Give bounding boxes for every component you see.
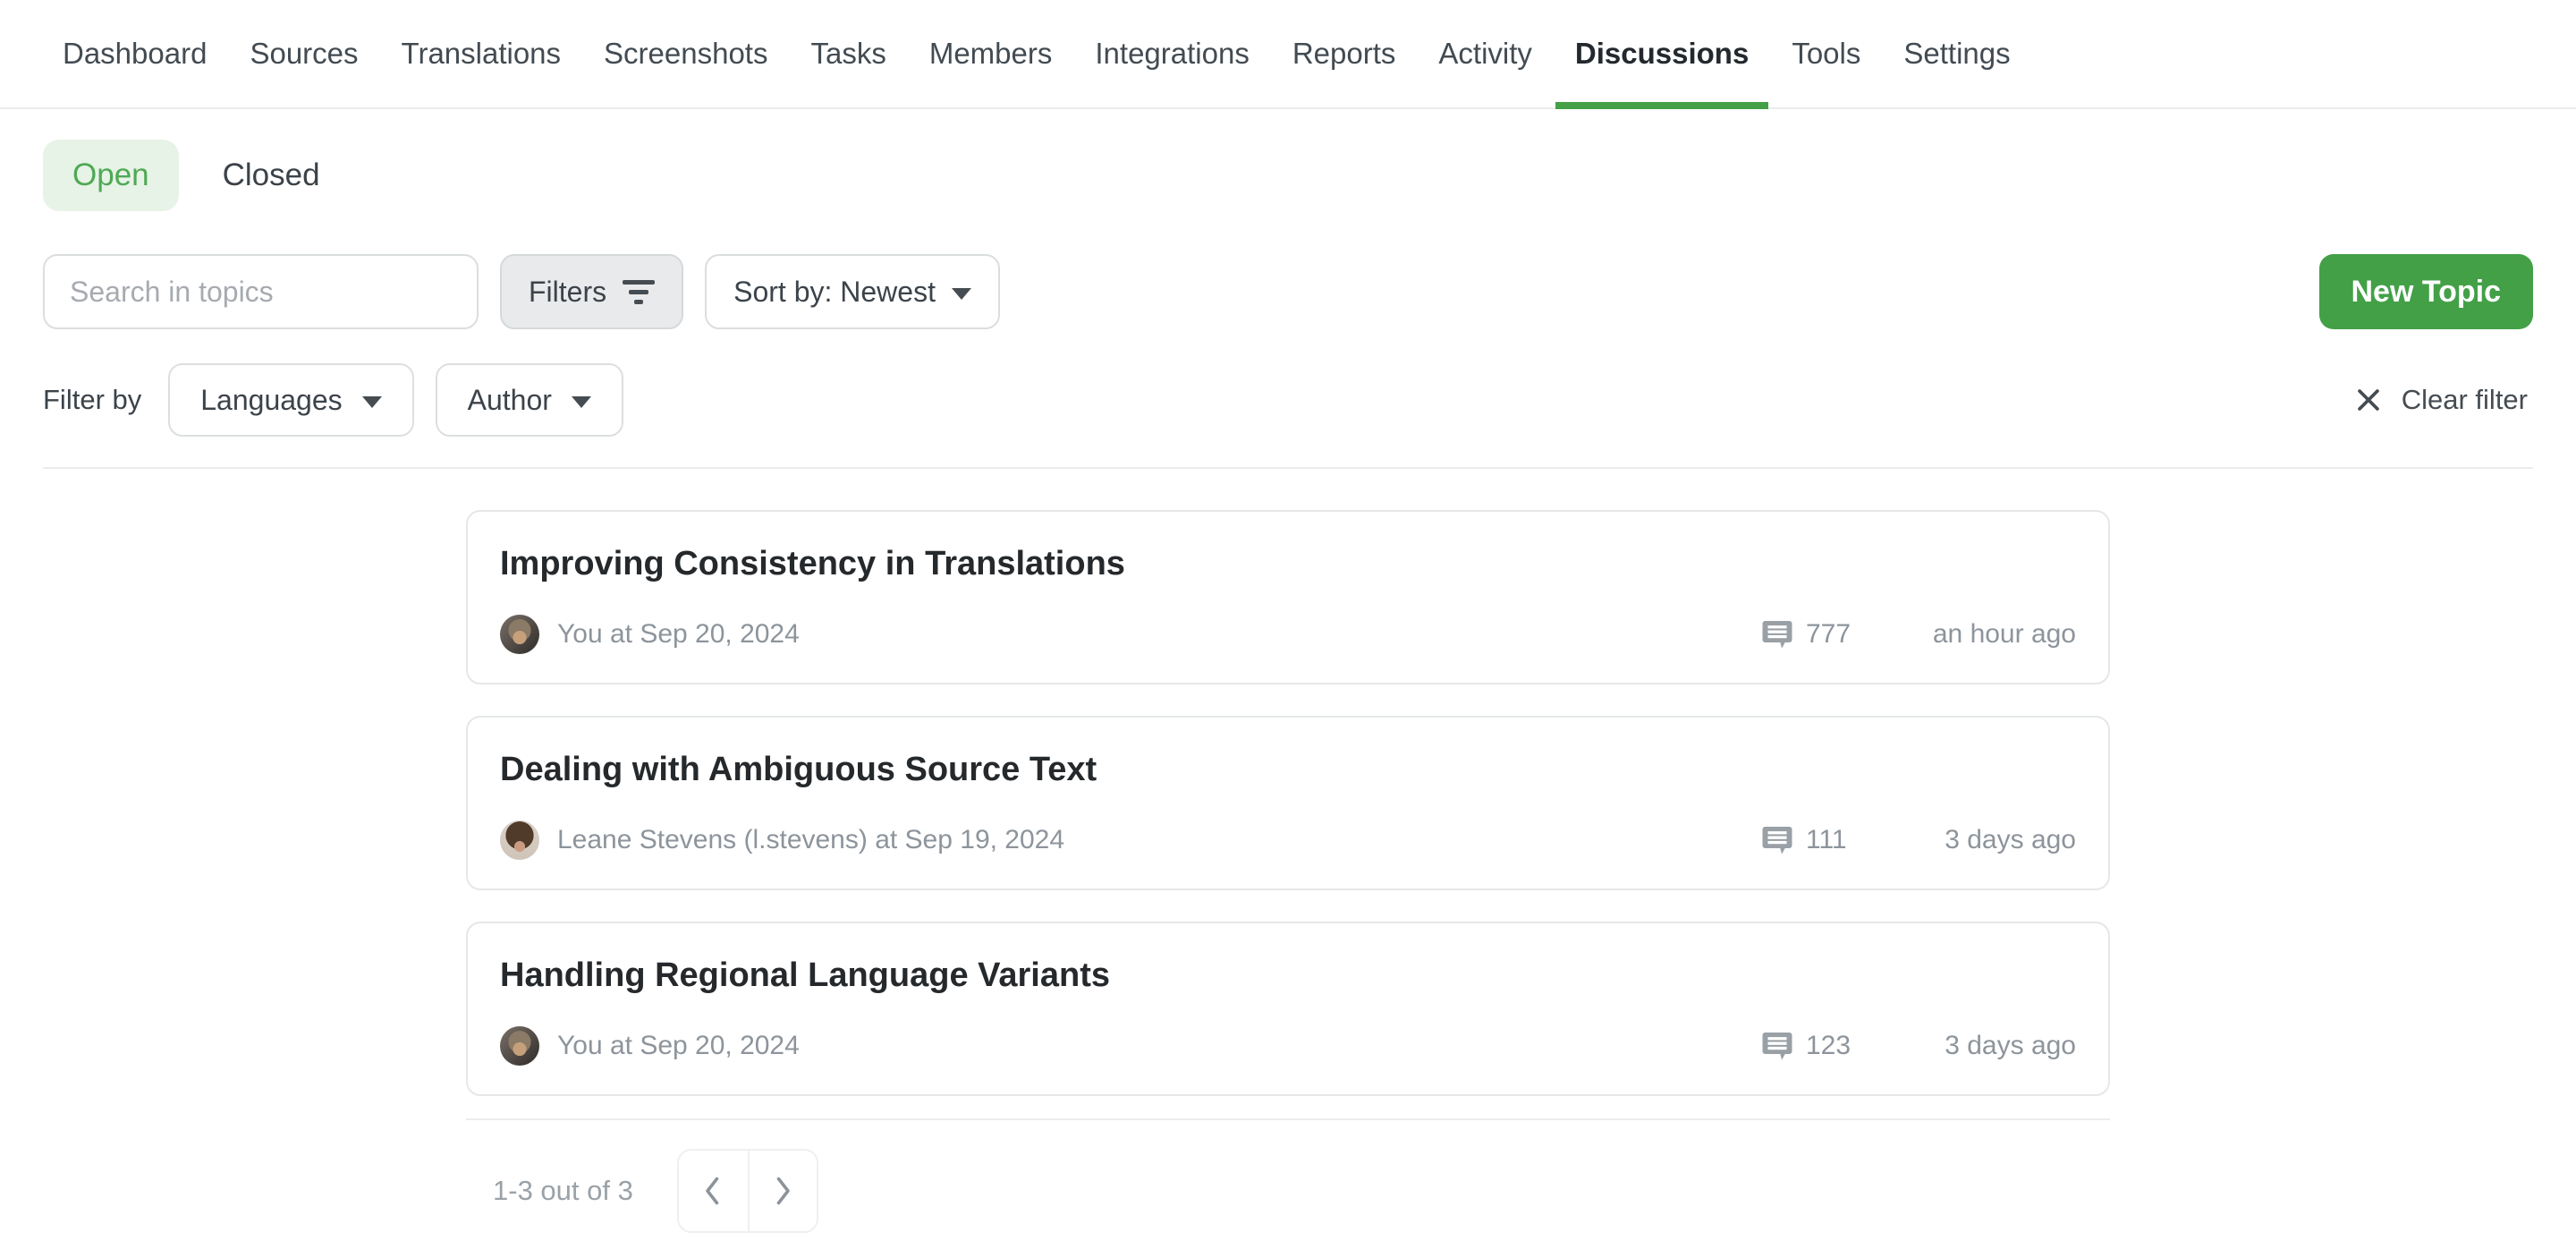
clear-filter-label: Clear filter (2402, 384, 2528, 416)
nav-item-reports[interactable]: Reports (1292, 0, 1396, 107)
nav-item-members[interactable]: Members (929, 0, 1053, 107)
nav-item-tasks[interactable]: Tasks (810, 0, 886, 107)
pagination-range: 1-3 out of 3 (493, 1175, 633, 1207)
filters-button[interactable]: Filters (500, 254, 683, 329)
languages-dropdown[interactable]: Languages (168, 363, 413, 437)
last-activity: 3 days ago (1945, 825, 2076, 855)
author-label: Author (468, 384, 552, 417)
previous-page-button[interactable] (679, 1151, 748, 1231)
x-icon (2353, 385, 2384, 415)
section-divider (43, 467, 2533, 469)
languages-label: Languages (200, 384, 342, 417)
clear-filter-button[interactable]: Clear filter (2348, 363, 2533, 437)
pagination: 1-3 out of 3 (466, 1149, 2110, 1233)
comment-count: 777 (1806, 619, 1851, 650)
filters-label: Filters (529, 276, 606, 309)
topic-card[interactable]: Dealing with Ambiguous Source Text Leane… (466, 716, 2110, 890)
comment-count: 123 (1806, 1031, 1851, 1061)
caret-down-icon (952, 288, 971, 300)
comment-count-group: 111 (1761, 824, 1847, 856)
nav-item-integrations[interactable]: Integrations (1095, 0, 1249, 107)
comment-bubble-icon (1761, 824, 1793, 856)
last-activity: 3 days ago (1945, 1031, 2076, 1061)
last-activity: an hour ago (1933, 619, 2076, 650)
topic-meta: You at Sep 20, 2024 777 an hour ago (500, 615, 2076, 654)
topic-card[interactable]: Handling Regional Language Variants You … (466, 922, 2110, 1096)
author-dropdown[interactable]: Author (436, 363, 623, 437)
avatar (500, 1026, 539, 1066)
chevron-right-icon (772, 1175, 793, 1207)
nav-item-discussions[interactable]: Discussions (1575, 0, 1749, 107)
topic-meta: Leane Stevens (l.stevens) at Sep 19, 202… (500, 820, 2076, 860)
tab-open[interactable]: Open (43, 140, 179, 211)
sort-dropdown[interactable]: Sort by: Newest (705, 254, 1000, 329)
chevron-left-icon (702, 1175, 724, 1207)
topic-author-line: Leane Stevens (l.stevens) at Sep 19, 202… (557, 825, 1064, 855)
nav-item-sources[interactable]: Sources (250, 0, 358, 107)
pager-buttons (677, 1149, 818, 1233)
avatar (500, 820, 539, 860)
new-topic-button[interactable]: New Topic (2319, 254, 2534, 329)
filter-lines-icon (623, 280, 655, 304)
comment-bubble-icon (1761, 618, 1793, 650)
filter-by-label: Filter by (43, 363, 141, 437)
topic-list: Improving Consistency in Translations Yo… (466, 510, 2110, 1096)
nav-item-translations[interactable]: Translations (402, 0, 562, 107)
comment-count-group: 777 (1761, 618, 1851, 650)
comment-count: 111 (1806, 825, 1847, 855)
sort-label: Sort by: Newest (733, 276, 936, 309)
search-input[interactable] (43, 254, 479, 329)
top-navigation: Dashboard Sources Translations Screensho… (0, 0, 2576, 109)
nav-item-screenshots[interactable]: Screenshots (604, 0, 767, 107)
topic-title[interactable]: Handling Regional Language Variants (500, 956, 2076, 997)
avatar (500, 615, 539, 654)
nav-item-settings[interactable]: Settings (1903, 0, 2010, 107)
caret-down-icon (362, 396, 382, 408)
discussions-page: Dashboard Sources Translations Screensho… (0, 0, 2576, 1241)
topic-author-line: You at Sep 20, 2024 (557, 619, 800, 650)
topic-title[interactable]: Improving Consistency in Translations (500, 544, 2076, 585)
status-tabs: Open Closed (43, 140, 2533, 211)
tab-closed[interactable]: Closed (193, 140, 350, 211)
caret-down-icon (572, 396, 591, 408)
topic-author-line: You at Sep 20, 2024 (557, 1031, 800, 1061)
toolbar: Filters Sort by: Newest New Topic (43, 254, 2533, 329)
list-divider (466, 1118, 2110, 1120)
nav-item-tools[interactable]: Tools (1792, 0, 1860, 107)
nav-item-dashboard[interactable]: Dashboard (63, 0, 207, 107)
filter-bar: Filter by Languages Author Clear filter (43, 363, 2533, 437)
topic-meta: You at Sep 20, 2024 123 3 days ago (500, 1026, 2076, 1066)
topic-title[interactable]: Dealing with Ambiguous Source Text (500, 750, 2076, 791)
nav-item-activity[interactable]: Activity (1438, 0, 1532, 107)
comment-bubble-icon (1761, 1030, 1793, 1062)
topic-card[interactable]: Improving Consistency in Translations Yo… (466, 510, 2110, 684)
next-page-button[interactable] (748, 1151, 817, 1231)
comment-count-group: 123 (1761, 1030, 1851, 1062)
